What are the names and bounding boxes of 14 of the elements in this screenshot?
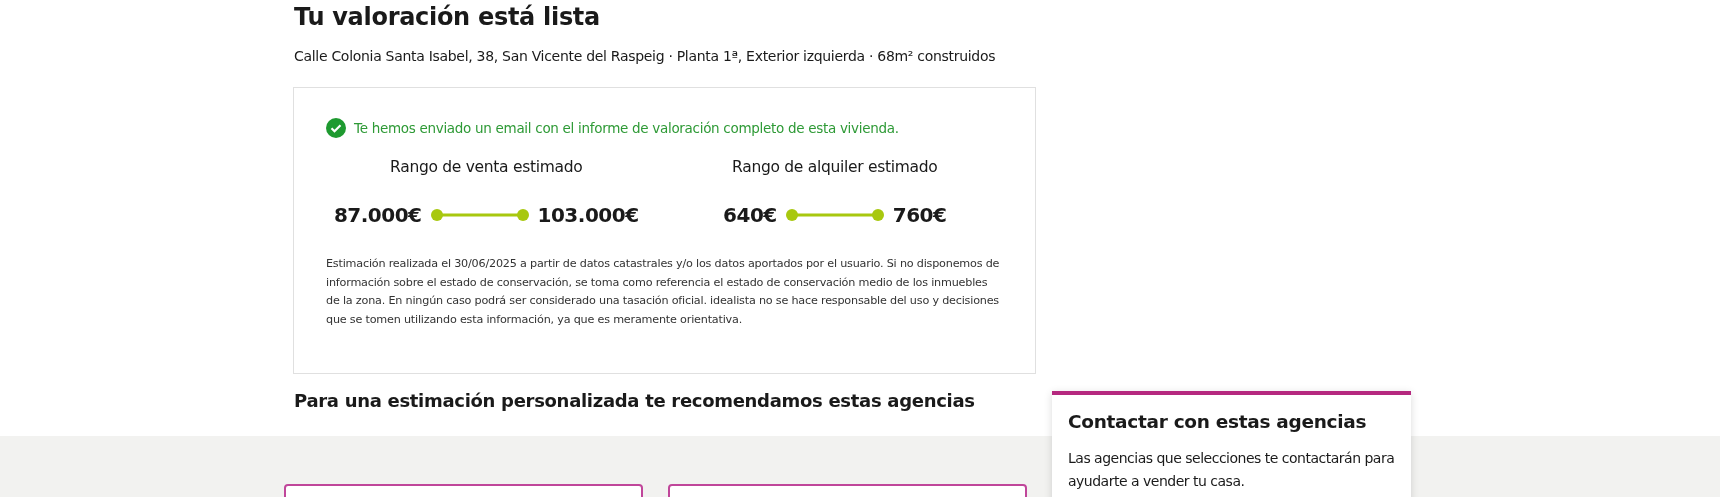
agencies-heading: Para una estimación personalizada te recomendamos estas agencias — [294, 389, 976, 413]
email-sent-notice: Te hemos enviado un email con el informe de valoración completo de esta vivienda. — [354, 120, 899, 136]
page-title: Tu valoración está lista — [294, 2, 601, 33]
range-label: Rango de venta estimado — [390, 157, 583, 178]
panel-text: Las agencias que selecciones te contactarán para ayudarte a vender tu casa. — [1068, 449, 1396, 491]
range-max-value: 103.000€ — [537, 203, 639, 227]
disclaimer-text: Estimación realizada el 30/06/2025 a partir de datos catastrales y/o los datos aportados por el usuario. Si no disponemos de información sobre el estado de conservación, se toma como referencia el estado de conservación medio de los inmuebles de la zona. En ningún caso podrá ser considerado una tasación oficial. idealista no se hace responsable del uso y decisiones que se tomen utilizando esta información, ya que es meramente orientativa. — [326, 256, 1001, 328]
property-address: Calle Colonia Santa Isabel, 38, San Vicente del Raspeig · Planta 1ª, Exterior izquierda · 68m² construidos — [294, 47, 997, 66]
range-label: Rango de alquiler estimado — [732, 157, 938, 178]
panel-title: Contactar con estas agencias — [1068, 410, 1368, 434]
range-min-value: 87.000€ — [333, 203, 422, 227]
range-min-value: 640€ — [723, 203, 777, 227]
range-max-value: 760€ — [892, 203, 947, 227]
check-circle-icon — [326, 118, 346, 138]
